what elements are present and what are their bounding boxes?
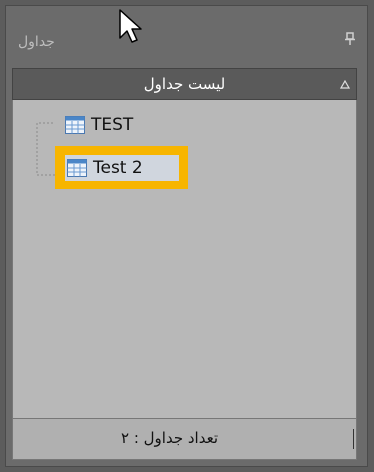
mouse-pointer-icon (119, 9, 142, 43)
tables-footer: تعداد جداول : ۲ (12, 418, 357, 460)
tree-item-label: TEST (91, 115, 134, 135)
footer-separator (353, 429, 354, 449)
tree-item-test[interactable]: TEST (65, 112, 133, 138)
pin-icon[interactable] (344, 32, 356, 46)
list-header-title: لیست جداول (143, 75, 226, 93)
table-icon (65, 116, 85, 134)
panel-title: جداول (18, 34, 55, 50)
tables-tree: TEST Test 2 (12, 100, 357, 418)
table-count-text: تعداد جداول : ۲ (120, 429, 218, 447)
collapse-triangle-icon[interactable] (340, 80, 350, 89)
panel-header: جداول (6, 6, 367, 68)
table-icon (67, 159, 87, 177)
tree-item-test-2[interactable]: Test 2 (65, 155, 179, 181)
tree-item-label: Test 2 (93, 158, 143, 178)
tables-list-header[interactable]: لیست جداول (12, 68, 357, 100)
